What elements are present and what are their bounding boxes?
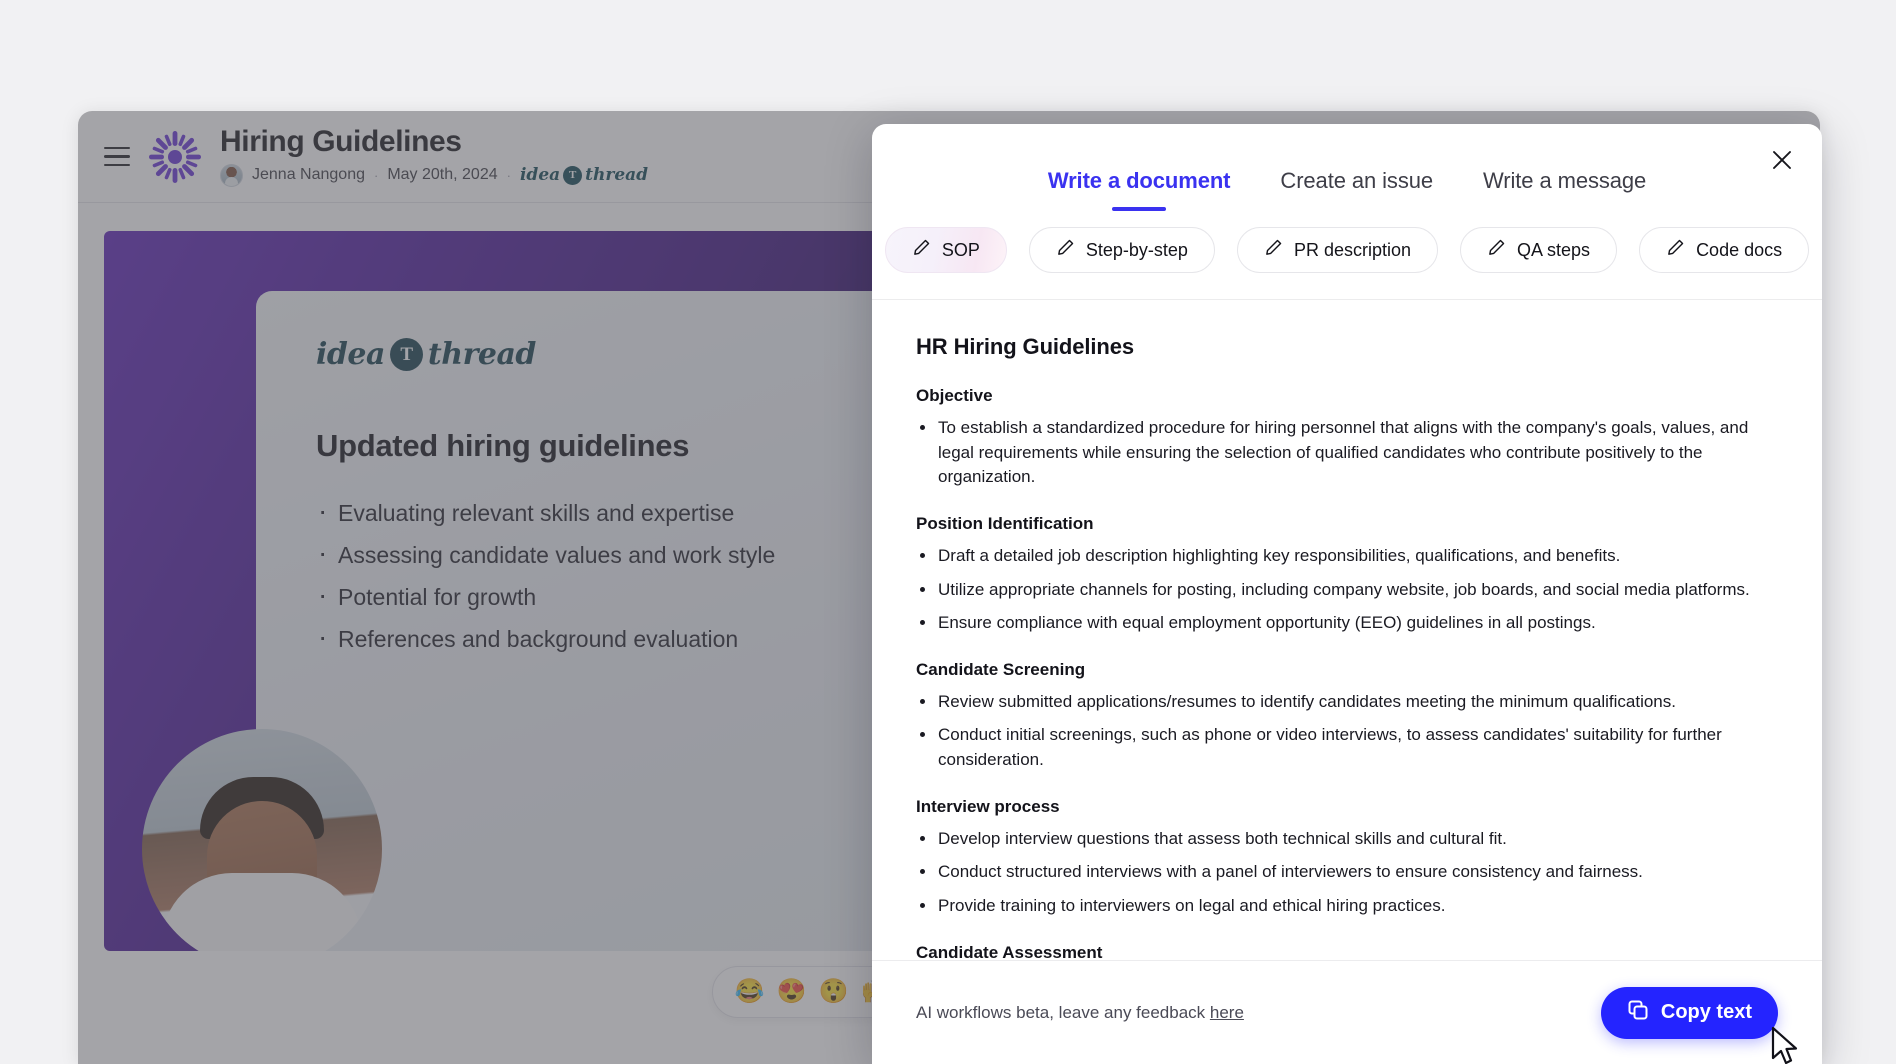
chip-step-by-step[interactable]: Step-by-step [1028,227,1215,273]
modal-tabs: Write a document Create an issue Write a… [872,124,1822,211]
pencil-icon [1487,238,1506,262]
chip-label: Step-by-step [1085,239,1188,260]
chip-label: SOP [941,239,980,260]
section-list: To establish a standardized procedure fo… [916,416,1778,490]
document-meta: Jenna Nangong · May 20th, 2024 · idea T … [220,163,648,187]
page-title: Hiring Guidelines [220,124,462,158]
document-section: Candidate Screening Review submitted app… [916,660,1778,773]
chip-label: Code docs [1696,239,1783,260]
document-date: May 20th, 2024 [387,166,498,183]
tab-write-a-message[interactable]: Write a message [1483,168,1646,211]
slide-logo-left: idea [316,337,385,372]
workspace-logo-left: idea [519,165,561,185]
section-heading: Interview process [916,796,1060,816]
mouse-cursor [1770,1026,1800,1064]
ai-workflows-modal: Write a document Create an issue Write a… [872,124,1822,1064]
pencil-icon [1264,238,1283,262]
document-title: HR Hiring Guidelines [916,334,1135,359]
hamburger-line [104,146,130,150]
copy-icon [1627,999,1649,1027]
slide-logo-right: thread [427,337,536,372]
close-icon[interactable] [1768,146,1796,174]
chip-pr-description[interactable]: PR description [1236,227,1439,273]
document-section: Position Identification Draft a detailed… [916,514,1778,636]
pencil-icon [1056,238,1075,262]
screen-root: Hiring Guidelines Jenna Nangong · May 20… [0,0,1896,1064]
list-item: Conduct structured interviews with a pan… [916,860,1778,885]
chip-qa-steps[interactable]: QA steps [1460,227,1618,273]
beta-feedback-note: AI workflows beta, leave any feedback he… [916,1003,1244,1023]
section-heading: Position Identification [916,513,1094,533]
list-item: Ensure compliance with equal employment … [916,611,1778,636]
list-item: Develop interview questions that assess … [916,827,1778,852]
section-heading: Candidate Screening [916,659,1086,679]
reaction-emoji[interactable]: 😍 [777,980,807,1004]
list-item: Conduct initial screenings, such as phon… [916,723,1778,772]
list-item: Draft a detailed job description highlig… [916,544,1778,569]
copy-text-button[interactable]: Copy text [1600,986,1778,1039]
meta-separator: · [373,167,379,183]
reaction-emoji[interactable]: 😲 [819,980,849,1004]
section-heading: Objective [916,386,993,405]
list-item: Provide training to interviewers on lega… [916,894,1778,919]
tab-create-an-issue[interactable]: Create an issue [1280,168,1433,211]
tab-write-a-document[interactable]: Write a document [1048,168,1231,211]
slide-brand-logo: idea T thread [316,337,536,372]
meta-separator: · [506,167,511,183]
chip-label: PR description [1293,239,1412,260]
avatar [220,163,243,187]
chip-sop[interactable]: SOP [884,227,1007,273]
template-chip-row: SOP Step-by-step PR description QA steps… [872,211,1822,300]
workspace-logo: idea T thread [520,165,648,185]
list-item: Review submitted applications/resumes to… [916,690,1778,715]
slide-logo-badge: T [389,338,423,371]
author-name: Jenna Nangong [252,166,365,183]
document-section: Interview process Develop interview ques… [916,797,1778,919]
document-section: Candidate Assessment [916,943,1778,960]
pencil-icon [912,238,931,262]
section-list: Draft a detailed job description highlig… [916,544,1778,636]
reaction-emoji[interactable]: 😂 [735,980,765,1004]
beta-note-text: AI workflows beta, leave any feedback [916,1002,1210,1022]
feedback-link[interactable]: here [1210,1003,1244,1022]
pencil-icon [1666,238,1685,262]
asterisk-burst-logo-icon [148,130,202,184]
document-section: Objective To establish a standardized pr… [916,386,1778,490]
chip-label: QA steps [1517,239,1591,260]
avatar-shirt [162,873,362,951]
header-text-block: Hiring Guidelines Jenna Nangong · May 20… [220,124,648,187]
generated-document-body[interactable]: HR Hiring Guidelines Objective To establ… [872,300,1822,960]
section-heading: Candidate Assessment [916,942,1103,960]
section-list: Develop interview questions that assess … [916,827,1778,919]
hamburger-line [104,163,130,167]
hamburger-menu-icon[interactable] [104,146,130,167]
chip-code-docs[interactable]: Code docs [1639,227,1810,273]
hamburger-line [104,155,130,158]
section-list: Review submitted applications/resumes to… [916,690,1778,773]
list-item: Utilize appropriate channels for posting… [916,578,1778,603]
list-item: To establish a standardized procedure fo… [916,416,1778,490]
workspace-logo-badge: T [563,165,583,185]
copy-text-label: Copy text [1660,1001,1752,1023]
workspace-logo-right: thread [585,165,649,185]
modal-footer: AI workflows beta, leave any feedback he… [872,960,1822,1064]
